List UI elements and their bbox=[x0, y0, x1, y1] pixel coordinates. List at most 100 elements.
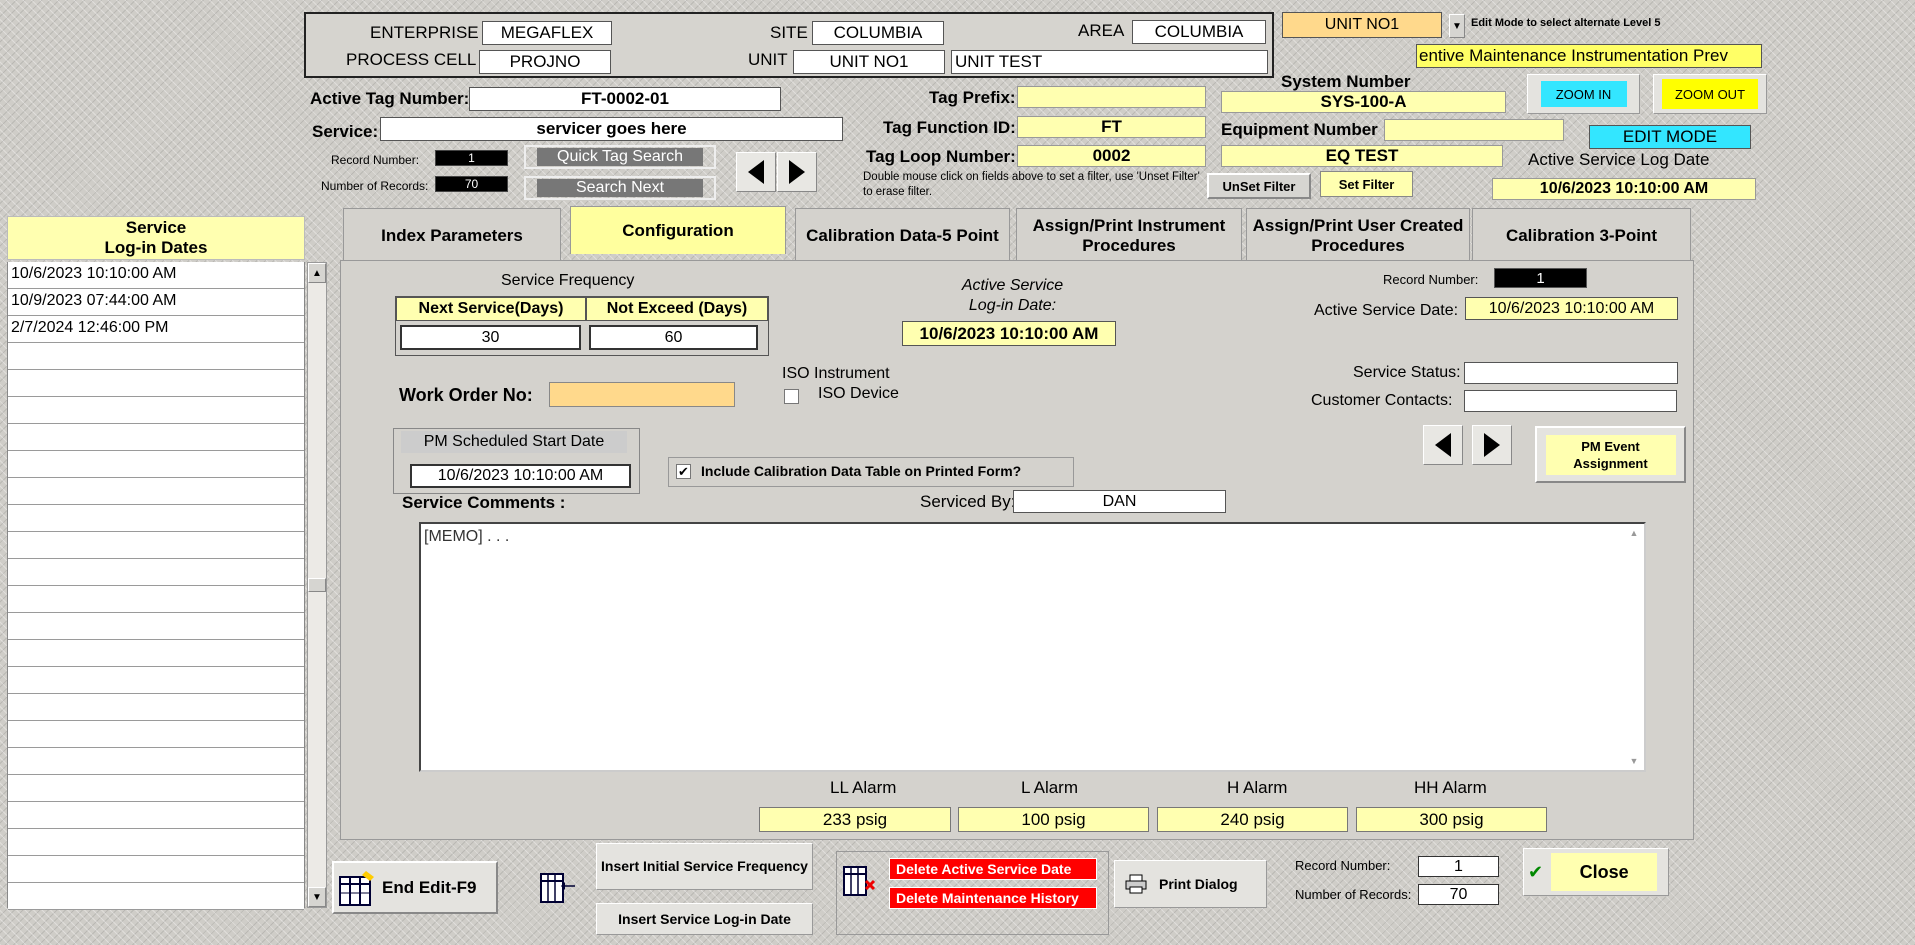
zoom-out-button[interactable]: ZOOM OUT bbox=[1653, 74, 1767, 114]
list-item[interactable]: 2/7/2024 12:46:00 PM bbox=[8, 316, 304, 343]
dropdown-arrow-icon[interactable]: ▼ bbox=[1449, 14, 1465, 38]
area-label: AREA bbox=[1078, 21, 1125, 40]
previous-record-button[interactable] bbox=[1423, 425, 1463, 465]
tab-instrument-procedures[interactable]: Assign/Print Instrument Procedures bbox=[1016, 208, 1242, 262]
list-item[interactable] bbox=[8, 451, 304, 478]
set-filter-button[interactable]: Set Filter bbox=[1320, 171, 1413, 197]
area-field[interactable]: COLUMBIA bbox=[1132, 20, 1266, 44]
list-item[interactable] bbox=[8, 667, 304, 694]
iso-device-label: ISO Device bbox=[818, 385, 899, 402]
serviced-by-input[interactable]: DAN bbox=[1013, 490, 1226, 513]
tab-configuration[interactable]: Configuration bbox=[570, 206, 786, 254]
site-field[interactable]: COLUMBIA bbox=[812, 21, 944, 45]
l-alarm-field[interactable]: 100 psig bbox=[958, 807, 1149, 832]
delete-active-date-button[interactable]: Delete Active Service Date bbox=[889, 858, 1097, 880]
list-item[interactable] bbox=[8, 478, 304, 505]
ll-alarm-field[interactable]: 233 psig bbox=[759, 807, 951, 832]
unit-select-dropdown[interactable]: UNIT NO1 bbox=[1282, 12, 1442, 38]
h-alarm-field[interactable]: 240 psig bbox=[1157, 807, 1348, 832]
list-item[interactable] bbox=[8, 370, 304, 397]
work-order-input[interactable] bbox=[549, 382, 735, 407]
scroll-down-icon[interactable]: ▼ bbox=[308, 887, 326, 907]
pm-event-assignment-button[interactable]: PM Event Assignment bbox=[1535, 426, 1686, 483]
scroll-up-icon[interactable]: ▲ bbox=[308, 263, 326, 283]
unit-field[interactable]: UNIT NO1 bbox=[793, 50, 945, 74]
unset-filter-button[interactable]: UnSet Filter bbox=[1207, 173, 1311, 199]
site-label: SITE bbox=[770, 23, 808, 42]
active-login-label-line2: Log-in Date: bbox=[968, 297, 1057, 314]
close-button[interactable]: ✔ Close bbox=[1523, 848, 1669, 896]
next-service-input[interactable]: 30 bbox=[400, 325, 581, 350]
active-log-date-field: 10/6/2023 10:10:00 AM bbox=[1492, 178, 1756, 200]
hh-alarm-field[interactable]: 300 psig bbox=[1356, 807, 1547, 832]
system-number-field[interactable]: SYS-100-A bbox=[1221, 91, 1506, 113]
zoom-out-label: ZOOM OUT bbox=[1662, 79, 1758, 109]
list-item[interactable] bbox=[8, 397, 304, 424]
unit-description-field[interactable]: UNIT TEST bbox=[951, 50, 1268, 74]
list-item[interactable] bbox=[8, 829, 304, 856]
tab-user-procedures[interactable]: Assign/Print User Created Procedures bbox=[1246, 208, 1470, 262]
edit-mode-button[interactable]: EDIT MODE bbox=[1589, 125, 1751, 149]
list-item[interactable] bbox=[8, 694, 304, 721]
list-item[interactable] bbox=[8, 505, 304, 532]
next-record-button[interactable] bbox=[1472, 425, 1512, 465]
list-item[interactable]: 10/6/2023 10:10:00 AM bbox=[8, 262, 304, 289]
sidebar-title-line1: Service bbox=[125, 218, 187, 237]
previous-tag-button[interactable] bbox=[736, 152, 776, 192]
memo-scroll-up-icon[interactable]: ▲ bbox=[1626, 525, 1642, 541]
tab-index-parameters[interactable]: Index Parameters bbox=[343, 208, 561, 262]
list-item[interactable] bbox=[8, 883, 304, 910]
table-delete-icon bbox=[843, 866, 876, 896]
equipment-description-field[interactable]: EQ TEST bbox=[1221, 145, 1503, 167]
list-item[interactable] bbox=[8, 586, 304, 613]
scroll-thumb[interactable] bbox=[308, 578, 326, 592]
tag-function-field[interactable]: FT bbox=[1017, 116, 1206, 138]
delete-history-button[interactable]: Delete Maintenance History bbox=[889, 887, 1097, 909]
list-item[interactable] bbox=[8, 640, 304, 667]
list-item[interactable] bbox=[8, 559, 304, 586]
process-cell-field[interactable]: PROJNO bbox=[479, 50, 611, 74]
iso-device-checkbox[interactable] bbox=[784, 389, 799, 404]
active-service-date-field: 10/6/2023 10:10:00 AM bbox=[1465, 297, 1678, 320]
pm-event-line1: PM Event bbox=[1581, 438, 1640, 454]
equipment-number-label: Equipment Number bbox=[1221, 120, 1378, 139]
next-tag-button[interactable] bbox=[777, 152, 817, 192]
insert-login-date-button[interactable]: Insert Service Log-in Date bbox=[596, 903, 813, 935]
not-exceed-input[interactable]: 60 bbox=[589, 325, 758, 350]
list-item[interactable] bbox=[8, 775, 304, 802]
active-service-date-label: Active Service Date: bbox=[1314, 302, 1459, 319]
print-dialog-button[interactable]: Print Dialog bbox=[1114, 860, 1267, 908]
list-item[interactable]: 10/9/2023 07:44:00 AM bbox=[8, 289, 304, 316]
tab-calibration-3-point[interactable]: Calibration 3-Point bbox=[1472, 208, 1691, 262]
zoom-in-button[interactable]: ZOOM IN bbox=[1527, 74, 1640, 114]
list-item[interactable] bbox=[8, 748, 304, 775]
enterprise-field[interactable]: MEGAFLEX bbox=[482, 21, 612, 45]
list-item[interactable] bbox=[8, 802, 304, 829]
list-item[interactable] bbox=[8, 613, 304, 640]
insert-initial-frequency-button[interactable]: Insert Initial Service Frequency bbox=[596, 843, 813, 890]
list-item[interactable] bbox=[8, 856, 304, 883]
tab-calibration-5-point[interactable]: Calibration Data-5 Point bbox=[795, 208, 1010, 262]
service-comments-memo[interactable]: [MEMO] . . . bbox=[419, 522, 1646, 772]
insert-record-icon-button[interactable] bbox=[534, 868, 580, 908]
list-item[interactable] bbox=[8, 424, 304, 451]
pm-start-label: PM Scheduled Start Date bbox=[401, 431, 627, 453]
list-item[interactable] bbox=[8, 532, 304, 559]
quick-tag-search-button[interactable]: Quick Tag Search bbox=[524, 145, 716, 169]
list-item[interactable] bbox=[8, 721, 304, 748]
delete-record-icon-button[interactable] bbox=[838, 861, 878, 901]
search-next-button[interactable]: Search Next bbox=[524, 176, 716, 200]
list-item[interactable] bbox=[8, 343, 304, 370]
service-status-input[interactable] bbox=[1464, 362, 1678, 384]
tag-prefix-field[interactable] bbox=[1017, 86, 1206, 108]
customer-contacts-input[interactable] bbox=[1464, 390, 1677, 412]
equipment-number-field[interactable] bbox=[1384, 119, 1564, 141]
tag-loop-field[interactable]: 0002 bbox=[1017, 145, 1206, 167]
pm-banner: entive Maintenance Instrumentation Prev bbox=[1416, 44, 1762, 68]
pm-start-input[interactable]: 10/6/2023 10:10:00 AM bbox=[410, 464, 631, 488]
active-tag-field[interactable]: FT-0002-01 bbox=[469, 87, 781, 111]
end-edit-button[interactable]: End Edit-F9 bbox=[332, 861, 498, 914]
service-field[interactable]: servicer goes here bbox=[380, 117, 843, 141]
memo-scroll-down-icon[interactable]: ▼ bbox=[1626, 753, 1642, 769]
include-cal-checkbox[interactable]: ✔ bbox=[676, 464, 691, 479]
